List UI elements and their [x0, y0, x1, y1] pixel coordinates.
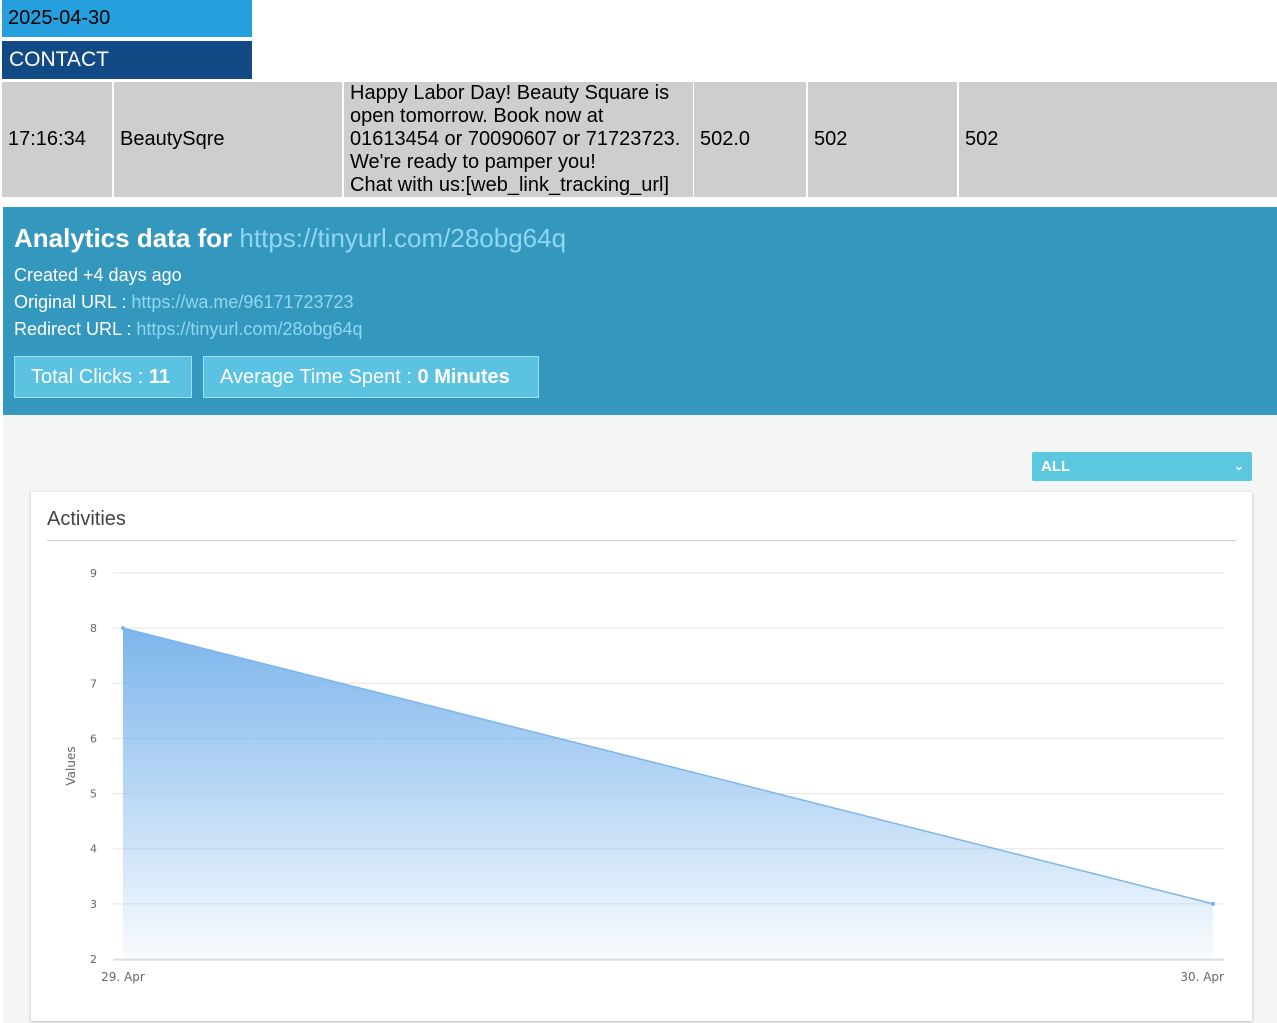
- count-cell: 502: [808, 82, 957, 197]
- message-cell: Happy Labor Day! Beauty Square is open t…: [344, 82, 693, 197]
- avg-time-label: Average Time Spent :: [220, 366, 412, 388]
- avg-time-value: 0 Minutes: [417, 366, 510, 388]
- data-point: [1211, 901, 1215, 906]
- y-axis-label: Values: [64, 746, 78, 785]
- total-clicks-button[interactable]: Total Clicks : 11: [14, 356, 192, 398]
- x-tick-label: 30. Apr: [1180, 970, 1224, 984]
- created-text: Created +4 days ago: [14, 265, 182, 285]
- table-row: 17:16:34 BeautySqre Happy Labor Day! Bea…: [2, 82, 1277, 197]
- y-tick-label: 7: [90, 677, 97, 690]
- sender-cell: BeautySqre: [114, 82, 342, 197]
- analytics-title-link[interactable]: https://tinyurl.com/28obg64q: [239, 223, 566, 253]
- analytics-title: Analytics data for https://tinyurl.com/2…: [14, 223, 566, 253]
- date-cell: 2025-04-30: [2, 0, 252, 37]
- analytics-panel: Analytics data for https://tinyurl.com/2…: [3, 207, 1277, 415]
- y-tick-label: 4: [90, 843, 97, 856]
- message-line: Chat with us:[web_link_tracking_url]: [350, 174, 670, 196]
- redirect-url-line: Redirect URL : https://tinyurl.com/28obg…: [14, 318, 363, 340]
- x-tick-label: 29. Apr: [101, 970, 145, 984]
- count-cell-2: 502: [959, 82, 1277, 197]
- value-cell: 502.0: [694, 82, 806, 197]
- message-line: We're ready to pamper you!: [350, 151, 596, 173]
- time-cell: 17:16:34: [2, 82, 112, 197]
- total-clicks-label: Total Clicks :: [31, 366, 144, 388]
- message-line: open tomorrow. Book now at: [350, 105, 604, 127]
- activities-card: Activities 2 3 4 5 6 7 8 9 Values 29. Apr 30. Apr: [31, 492, 1252, 1021]
- chevron-down-icon: ⌄: [1233, 459, 1244, 473]
- y-tick-label: 5: [90, 788, 97, 801]
- avg-time-button[interactable]: Average Time Spent : 0 Minutes: [203, 356, 539, 398]
- message-line: 01613454 or 70090607 or 71723723.: [350, 128, 681, 150]
- y-tick-label: 2: [90, 953, 97, 966]
- redirect-url-label: Redirect URL :: [14, 319, 132, 339]
- redirect-url-link[interactable]: https://tinyurl.com/28obg64q: [136, 319, 362, 339]
- filter-selected-value: ALL: [1041, 458, 1071, 475]
- activities-chart: 2 3 4 5 6 7 8 9 Values 29. Apr 30. Apr: [64, 567, 1224, 984]
- original-url-line: Original URL : https://wa.me/96171723723: [14, 291, 354, 313]
- message-line: Happy Labor Day! Beauty Square is: [350, 82, 670, 104]
- y-tick-label: 3: [90, 898, 97, 911]
- y-tick-label: 8: [90, 622, 97, 635]
- contact-header: CONTACT: [2, 41, 252, 79]
- original-url-label: Original URL :: [14, 292, 127, 312]
- filter-select[interactable]: ALL ⌄: [1032, 452, 1252, 481]
- y-tick-label: 6: [90, 732, 97, 745]
- data-point: [121, 626, 125, 631]
- y-tick-label: 9: [90, 567, 97, 580]
- analytics-title-prefix: Analytics data for: [14, 223, 233, 253]
- total-clicks-value: 11: [148, 366, 170, 388]
- original-url-link[interactable]: https://wa.me/96171723723: [131, 292, 353, 312]
